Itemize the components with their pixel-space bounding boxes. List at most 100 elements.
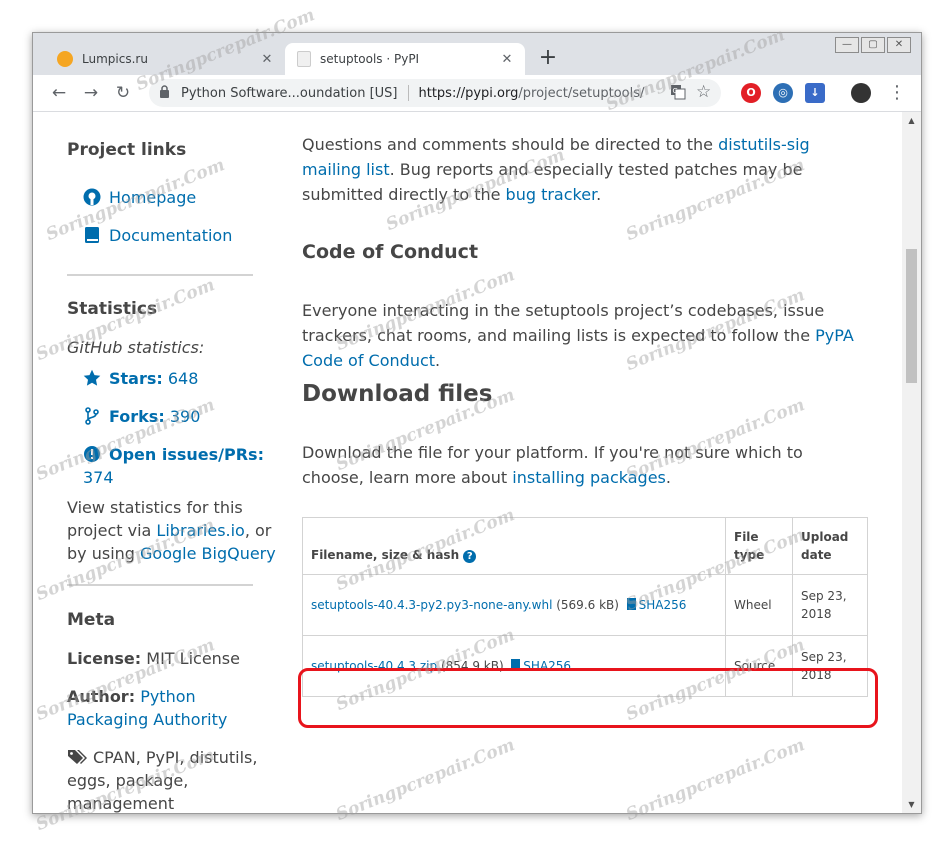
view-statistics-text: , or bbox=[244, 521, 272, 540]
github-icon bbox=[83, 188, 101, 206]
window-controls: — ▢ ✕ bbox=[835, 37, 911, 53]
paragraph-text: Questions and comments should be directe… bbox=[302, 135, 719, 154]
code-of-conduct-heading: Code of Conduct bbox=[302, 241, 479, 263]
view-statistics-line1: View statistics for this bbox=[67, 498, 243, 517]
tags-text: eggs, package, bbox=[67, 771, 189, 790]
license-label: License: bbox=[67, 649, 142, 668]
page-favicon-icon bbox=[297, 51, 311, 67]
view-statistics-line3: by using Google BigQuery bbox=[67, 542, 276, 565]
download-files-heading: Download files bbox=[302, 381, 493, 407]
code-of-conduct-paragraph: Everyone interacting in the setuptools p… bbox=[302, 298, 862, 373]
forks-stat[interactable]: Forks: 390 bbox=[83, 405, 200, 428]
github-statistics-label: GitHub statistics: bbox=[67, 338, 205, 357]
bookmark-star-icon[interactable]: ☆ bbox=[696, 82, 711, 102]
file-type-column-header: File type bbox=[725, 517, 793, 575]
minimize-icon[interactable]: — bbox=[835, 37, 859, 53]
star-icon bbox=[83, 369, 101, 387]
translate-icon[interactable]: G bbox=[670, 84, 686, 104]
table-row: setuptools-40.4.3-py2.py3-none-any.whl (… bbox=[302, 574, 868, 636]
profile-avatar[interactable] bbox=[851, 83, 871, 103]
maximize-icon[interactable]: ▢ bbox=[861, 37, 885, 53]
upload-date-cell: Sep 23, 2018 bbox=[792, 574, 868, 636]
contact-paragraph: Questions and comments should be directe… bbox=[302, 132, 862, 207]
author-link[interactable]: Python bbox=[140, 687, 195, 706]
header-label: Filename, size & hash bbox=[311, 548, 460, 562]
tab-title: setuptools · PyPI bbox=[320, 52, 420, 66]
stars-label: Stars: bbox=[109, 369, 163, 388]
lumpics-favicon-icon bbox=[57, 51, 73, 67]
browser-toolbar: ← → ↻ Python Software...oundation [US] h… bbox=[33, 75, 921, 112]
code-branch-icon bbox=[83, 407, 101, 425]
stars-stat[interactable]: Stars: 648 bbox=[83, 367, 198, 390]
svg-text:G: G bbox=[673, 87, 678, 95]
open-issues-stat[interactable]: Open issues/PRs: bbox=[83, 443, 264, 466]
project-links-heading: Project links bbox=[67, 140, 187, 160]
scrollbar-thumb[interactable] bbox=[906, 249, 917, 383]
libraries-io-link[interactable]: Libraries.io bbox=[156, 521, 244, 540]
tags-text: management bbox=[67, 794, 175, 813]
paragraph-text: . bbox=[665, 468, 671, 487]
sha256-link[interactable]: SHA256 bbox=[639, 598, 687, 612]
new-tab-button[interactable]: + bbox=[536, 46, 560, 70]
tab-title: Lumpics.ru bbox=[82, 52, 148, 66]
tags-text: CPAN, PyPI, distutils, bbox=[93, 748, 258, 767]
book-icon bbox=[83, 226, 101, 244]
tags-row: CPAN, PyPI, distutils, bbox=[67, 746, 257, 769]
url-path: /project/setuptools/ bbox=[518, 85, 645, 101]
tab-setuptools[interactable]: setuptools · PyPI ✕ bbox=[285, 43, 525, 75]
open-issues-value[interactable]: 374 bbox=[83, 466, 114, 489]
opera-extension-icon[interactable]: O bbox=[741, 83, 761, 103]
paragraph-text: Everyone interacting in the setuptools p… bbox=[302, 301, 825, 345]
meta-heading: Meta bbox=[67, 610, 116, 630]
close-tab-icon[interactable]: ✕ bbox=[259, 52, 275, 67]
tags-icon bbox=[67, 748, 89, 766]
browser-window: Lumpics.ru ✕ setuptools · PyPI ✕ + — ▢ ✕… bbox=[32, 32, 922, 814]
statistics-heading: Statistics bbox=[67, 299, 158, 319]
forks-value: 390 bbox=[169, 407, 201, 426]
table-header-row: Filename, size & hash ? File type Upload… bbox=[302, 517, 868, 575]
scroll-down-icon[interactable]: ▼ bbox=[902, 800, 921, 809]
forward-arrow-icon[interactable]: → bbox=[79, 81, 103, 105]
author-link-continued[interactable]: Packaging Authority bbox=[67, 708, 227, 731]
sidebar-divider bbox=[67, 584, 253, 586]
ev-certificate-label: Python Software...oundation [US] bbox=[181, 85, 398, 101]
license-value: MIT License bbox=[141, 649, 240, 668]
paragraph-text: . bbox=[596, 185, 602, 204]
download-extension-icon[interactable]: ↓ bbox=[805, 83, 825, 103]
tab-lumpics[interactable]: Lumpics.ru ✕ bbox=[45, 43, 285, 75]
homepage-label: Homepage bbox=[109, 188, 197, 207]
address-bar[interactable]: Python Software...oundation [US] https:/… bbox=[149, 79, 721, 107]
installing-packages-link[interactable]: installing packages bbox=[512, 468, 666, 487]
reload-icon[interactable]: ↻ bbox=[111, 81, 135, 105]
sidebar-divider bbox=[67, 274, 253, 276]
menu-kebab-icon[interactable]: ⋮ bbox=[885, 81, 909, 105]
close-tab-icon[interactable]: ✕ bbox=[499, 52, 515, 67]
file-download-link[interactable]: setuptools-40.4.3-py2.py3-none-any.whl bbox=[311, 598, 552, 612]
filename-cell: setuptools-40.4.3-py2.py3-none-any.whl (… bbox=[302, 574, 726, 636]
url-host: https://pypi.org bbox=[418, 85, 519, 101]
vertical-scrollbar[interactable]: ▲ ▼ bbox=[902, 112, 921, 813]
file-type-cell: Wheel bbox=[725, 574, 793, 636]
scroll-up-icon[interactable]: ▲ bbox=[902, 116, 921, 125]
stars-value: 648 bbox=[167, 369, 199, 388]
paragraph-text: . bbox=[435, 351, 441, 370]
homepage-link[interactable]: Homepage bbox=[83, 186, 196, 209]
exclamation-circle-icon bbox=[83, 445, 101, 463]
globe-extension-icon[interactable]: ◎ bbox=[773, 83, 793, 103]
view-statistics-text: project via bbox=[67, 521, 157, 540]
back-arrow-icon[interactable]: ← bbox=[47, 81, 71, 105]
view-statistics-text: by using bbox=[67, 544, 141, 563]
author-label: Author: bbox=[67, 687, 136, 706]
documentation-link[interactable]: Documentation bbox=[83, 224, 232, 247]
download-paragraph: Download the file for your platform. If … bbox=[302, 440, 862, 490]
google-bigquery-link[interactable]: Google BigQuery bbox=[140, 544, 276, 563]
lock-icon bbox=[159, 85, 173, 101]
author-row: Author: Python bbox=[67, 685, 196, 708]
filename-column-header: Filename, size & hash ? bbox=[302, 517, 726, 575]
upload-date-column-header: Upload date bbox=[792, 517, 868, 575]
file-size: (569.6 kB) bbox=[556, 598, 619, 612]
close-window-icon[interactable]: ✕ bbox=[887, 37, 911, 53]
address-separator bbox=[407, 85, 409, 101]
bug-tracker-link[interactable]: bug tracker bbox=[506, 185, 597, 204]
question-circle-icon[interactable]: ? bbox=[463, 550, 477, 563]
